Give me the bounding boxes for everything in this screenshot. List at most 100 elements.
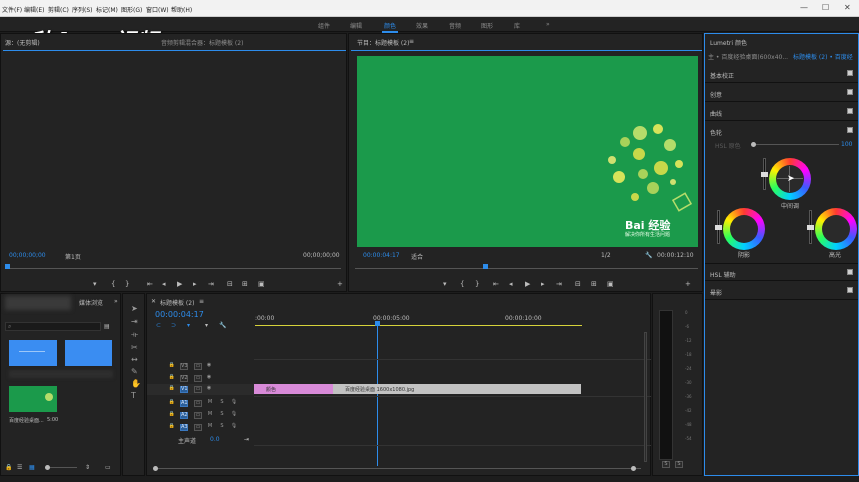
sort-icon[interactable]: ⇕ [85,464,90,471]
step-back-icon[interactable]: ◂ [509,280,513,288]
timeline-menu-icon[interactable]: ≡ [199,298,204,305]
workspace-assembly[interactable]: 组件 [318,21,330,30]
section-vignette[interactable]: 晕影 [705,282,858,300]
tab-audio-mixer[interactable]: 音频剪辑混合器：标题模板 (2) [161,38,243,47]
section-hsl-secondary[interactable]: HSL 辅助 [705,263,858,281]
source-timecode-left[interactable]: 00;00;00;00 [9,252,46,259]
tab-media-browser[interactable]: 媒体浏览 [79,298,103,307]
hsl-slider-thumb[interactable] [751,142,756,147]
track-target-v1[interactable]: V1 [180,386,188,393]
menu-help[interactable]: 帮助(H) [171,5,192,14]
snap-icon[interactable]: ⊂ [156,322,161,329]
overwrite-icon[interactable]: ⊞ [242,280,248,288]
program-playhead[interactable] [483,264,488,269]
eye-icon[interactable]: ◉ [205,363,213,370]
workspace-color[interactable]: 颜色 [381,21,399,33]
workspace-graphics[interactable]: 图形 [481,21,493,30]
project-search-input[interactable]: ⌕ [5,322,101,331]
sync-lock-icon[interactable]: ▭ [194,424,202,431]
button-editor-icon[interactable]: + [685,280,691,288]
mute-button[interactable]: M [206,400,214,407]
lumetri-title[interactable]: Lumetri 颜色 [710,38,747,47]
workspace-effects[interactable]: 效果 [416,21,428,30]
section-enable-checkbox[interactable] [847,287,853,293]
timeline-horizontal-scrollbar[interactable] [155,468,641,469]
type-tool-icon[interactable]: T [131,391,136,400]
lock-icon[interactable]: 🔒 [168,363,176,370]
marker-icon[interactable]: ▾ [443,280,447,288]
timeline-close-icon[interactable]: ✕ [151,298,156,305]
lock-icon[interactable]: 🔒 [168,424,176,431]
step-forward-icon[interactable]: ▸ [541,280,545,288]
sync-lock-icon[interactable]: ▭ [194,400,202,407]
panel-more-icon[interactable]: » [114,298,118,305]
maximize-icon[interactable]: ☐ [822,3,829,12]
settings-icon[interactable]: 🔧 [645,252,652,259]
source-playhead[interactable] [5,264,10,269]
lift-icon[interactable]: ⊟ [575,280,581,288]
slip-tool-icon[interactable]: ↔ [131,355,138,364]
lumetri-sequence-label[interactable]: 标题模板 (2) • 百度经 [793,52,853,61]
new-item-icon[interactable]: ▭ [105,464,111,471]
section-creative[interactable]: 创意 [705,84,858,102]
timeline-vertical-scrollbar[interactable] [644,332,647,462]
program-title[interactable]: 节目：标题模板 (2) [357,38,409,47]
section-enable-checkbox[interactable] [847,269,853,275]
program-resolution-select[interactable]: 1/2 [601,252,611,259]
source-scrubber[interactable] [7,268,341,269]
track-target-a2[interactable]: A2 [180,412,188,419]
track-target-a3[interactable]: A3 [180,424,188,431]
scroll-start-handle[interactable] [153,466,158,471]
sync-lock-icon[interactable]: ▭ [194,375,202,382]
section-curves[interactable]: 曲线 [705,103,858,121]
extract-icon[interactable]: ⊞ [591,280,597,288]
mark-in-icon[interactable]: { [460,280,464,288]
solo-right-button[interactable]: S [675,461,683,468]
clip-image[interactable]: 百度经验桌面 1600x1080.jpg [333,384,581,394]
lock-icon[interactable]: 🔒 [168,386,176,393]
menu-clip[interactable]: 剪辑(C) [48,5,69,14]
timeline-title[interactable]: 标题模板 (2) [160,298,194,307]
go-to-end-icon[interactable]: ⇥ [244,436,249,443]
insert-icon[interactable]: ⊟ [227,280,233,288]
solo-button[interactable]: S [218,424,226,431]
eye-icon[interactable]: ◉ [205,375,213,382]
section-enable-checkbox[interactable] [847,70,853,76]
mark-in-icon[interactable]: { [111,280,115,288]
lumetri-clip-label[interactable]: 主 • 百度经验桌面(600x40... [708,52,788,61]
menu-sequence[interactable]: 序列(S) [72,5,93,14]
timeline-timecode[interactable]: 00:00:04:17 [155,310,204,319]
lock-icon[interactable]: 🔒 [168,400,176,407]
project-thumbnail-1[interactable] [9,340,57,366]
razor-tool-icon[interactable]: ✂ [131,343,138,352]
hsl-slider-value[interactable]: 100 [841,141,852,148]
menu-marker[interactable]: 标记(M) [96,5,118,14]
program-menu-icon[interactable]: ≡ [409,38,414,45]
track-target-a1[interactable]: A1 [180,400,188,407]
solo-button[interactable]: S [218,400,226,407]
go-to-in-icon[interactable]: ⇤ [147,280,153,288]
mute-button[interactable]: M [206,412,214,419]
list-view-icon[interactable]: ☰ [17,464,22,471]
selection-tool-icon[interactable]: ➤ [131,304,138,313]
clip-color-matte[interactable]: 颜色 [254,384,333,394]
eye-icon[interactable]: ◉ [205,386,213,393]
close-icon[interactable]: ✕ [844,3,851,12]
zoom-slider-thumb[interactable] [45,465,50,470]
export-frame-icon[interactable]: ▣ [607,280,614,288]
step-forward-icon[interactable]: ▸ [193,280,197,288]
lock-icon[interactable]: 🔒 [168,412,176,419]
section-basic-correction[interactable]: 基本校正 [705,65,858,83]
linked-selection-icon[interactable]: ⊃ [171,322,176,329]
lock-icon[interactable]: 🔒 [168,375,176,382]
sync-lock-icon[interactable]: ▭ [194,386,202,393]
export-frame-icon[interactable]: ▣ [258,280,265,288]
marker-icon[interactable]: ▾ [205,322,208,329]
timeline-settings-icon[interactable]: 🔧 [219,322,226,329]
hsl-slider-track[interactable] [753,144,839,145]
workspace-editing[interactable]: 编辑 [350,21,362,30]
go-to-out-icon[interactable]: ⇥ [208,280,214,288]
sync-lock-icon[interactable]: ▭ [194,412,202,419]
mute-button[interactable]: M [206,424,214,431]
source-page-select[interactable]: 第1页 [65,252,81,261]
